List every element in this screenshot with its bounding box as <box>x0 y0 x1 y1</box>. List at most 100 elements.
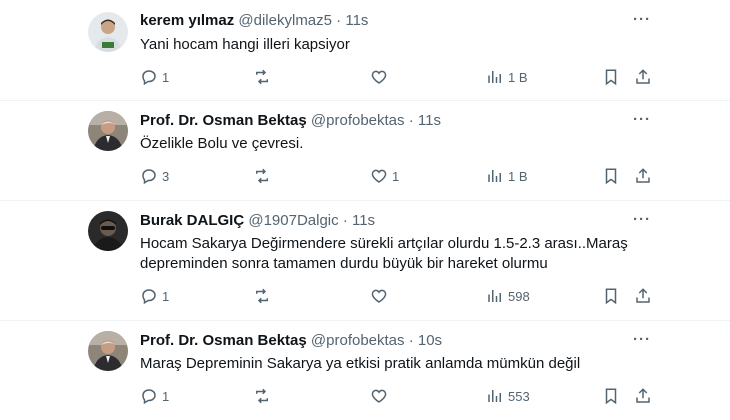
retweet-button[interactable] <box>253 286 275 306</box>
author-name[interactable]: Prof. Dr. Osman Bektaş <box>140 112 307 129</box>
tweet[interactable]: Burak DALGIÇ @1907Dalgic · 11s ··· Hocam… <box>0 201 730 320</box>
timestamp[interactable]: 10s <box>418 332 442 349</box>
retweet-icon <box>253 68 271 86</box>
more-icon[interactable]: ··· <box>630 332 654 352</box>
share-button[interactable] <box>634 286 652 306</box>
avatar[interactable] <box>88 331 128 371</box>
reply-count: 3 <box>162 168 170 184</box>
tweet[interactable]: Prof. Dr. Osman Bektaş @profobektas · 10… <box>0 321 730 420</box>
tweet-actions: 1 553 <box>140 386 660 406</box>
share-button[interactable] <box>634 386 652 406</box>
author-handle[interactable]: @1907Dalgic <box>248 212 338 229</box>
views-icon <box>486 387 504 405</box>
tweet-actions: 3 1 1 B <box>140 166 660 186</box>
author-name[interactable]: Prof. Dr. Osman Bektaş <box>140 332 307 349</box>
author-handle[interactable]: @profobektas <box>311 332 405 349</box>
retweet-icon <box>253 387 271 405</box>
reply-button[interactable]: 1 <box>140 286 169 306</box>
views-button[interactable]: 1 B <box>486 67 528 87</box>
bookmark-button[interactable] <box>602 386 620 406</box>
tweet-text: Yani hocam hangi illeri kapsiyor <box>140 35 650 55</box>
retweet-icon <box>253 167 271 185</box>
bookmark-icon <box>602 167 620 185</box>
tweet-text-line: Hocam Sakarya Değirmendere sürekli artçı… <box>140 235 628 252</box>
tweet-text-line: Yani hocam hangi illeri kapsiyor <box>140 36 350 53</box>
avatar[interactable] <box>88 111 128 151</box>
bookmark-button[interactable] <box>602 67 620 87</box>
reply-icon <box>140 387 158 405</box>
separator-dot: · <box>408 332 414 349</box>
retweet-button[interactable] <box>253 67 275 87</box>
bookmark-button[interactable] <box>602 166 620 186</box>
tweet[interactable]: kerem yılmaz @dilekylmaz5 · 11s ··· Yani… <box>0 0 730 100</box>
share-button[interactable] <box>634 166 652 186</box>
like-button[interactable]: 1 <box>370 166 399 186</box>
views-count: 1 B <box>508 69 528 85</box>
share-icon <box>634 167 652 185</box>
reply-icon <box>140 68 158 86</box>
author-handle[interactable]: @profobektas <box>311 112 405 129</box>
tweet-header: kerem yılmaz @dilekylmaz5 · 11s <box>140 12 368 30</box>
reply-icon <box>140 167 158 185</box>
bookmark-icon <box>602 387 620 405</box>
views-count: 1 B <box>508 168 528 184</box>
views-button[interactable]: 553 <box>486 386 530 406</box>
tweet-text: Maraş Depreminin Sakarya ya etkisi prati… <box>140 354 650 374</box>
timestamp[interactable]: 11s <box>418 112 441 129</box>
tweet-header: Prof. Dr. Osman Bektaş @profobektas · 11… <box>140 112 441 130</box>
like-button[interactable] <box>370 386 392 406</box>
bookmark-button[interactable] <box>602 286 620 306</box>
views-count: 598 <box>508 288 530 304</box>
share-icon <box>634 387 652 405</box>
reply-button[interactable]: 1 <box>140 386 169 406</box>
tweet-actions: 1 1 B <box>140 67 660 87</box>
retweet-button[interactable] <box>253 166 275 186</box>
tweet-header: Prof. Dr. Osman Bektaş @profobektas · 10… <box>140 332 442 350</box>
retweet-button[interactable] <box>253 386 275 406</box>
reply-icon <box>140 287 158 305</box>
reply-count: 1 <box>162 69 170 85</box>
views-icon <box>486 68 504 86</box>
tweet-text-line: depreminden sonra tamamen durdu büyük bi… <box>140 255 548 272</box>
tweet[interactable]: Prof. Dr. Osman Bektaş @profobektas · 11… <box>0 101 730 200</box>
tweet-actions: 1 598 <box>140 286 660 306</box>
tweet-text-line: Özelikle Bolu ve çevresi. <box>140 135 304 152</box>
more-icon[interactable]: ··· <box>630 212 654 232</box>
bookmark-icon <box>602 287 620 305</box>
like-count: 1 <box>392 168 400 184</box>
timestamp[interactable]: 11s <box>352 212 375 229</box>
separator-dot: · <box>342 212 348 229</box>
like-button[interactable] <box>370 67 392 87</box>
avatar[interactable] <box>88 211 128 251</box>
author-name[interactable]: Burak DALGIÇ <box>140 212 244 229</box>
views-button[interactable]: 598 <box>486 286 530 306</box>
like-button[interactable] <box>370 286 392 306</box>
share-icon <box>634 68 652 86</box>
views-icon <box>486 287 504 305</box>
reply-button[interactable]: 1 <box>140 67 169 87</box>
timestamp[interactable]: 11s <box>345 12 368 29</box>
views-button[interactable]: 1 B <box>486 166 528 186</box>
reply-count: 1 <box>162 288 170 304</box>
tweet-header: Burak DALGIÇ @1907Dalgic · 11s <box>140 212 375 230</box>
avatar[interactable] <box>88 12 128 52</box>
reply-count: 1 <box>162 388 170 404</box>
views-icon <box>486 167 504 185</box>
bookmark-icon <box>602 68 620 86</box>
heart-icon <box>370 287 388 305</box>
tweet-text: Özelikle Bolu ve çevresi. <box>140 134 650 154</box>
tweet-text: Hocam Sakarya Değirmendere sürekli artçı… <box>140 234 650 274</box>
reply-button[interactable]: 3 <box>140 166 169 186</box>
retweet-icon <box>253 287 271 305</box>
more-icon[interactable]: ··· <box>630 112 654 132</box>
separator-dot: · <box>408 112 414 129</box>
more-icon[interactable]: ··· <box>630 12 654 32</box>
views-count: 553 <box>508 388 530 404</box>
heart-icon <box>370 68 388 86</box>
author-handle[interactable]: @dilekylmaz5 <box>238 12 332 29</box>
heart-icon <box>370 167 388 185</box>
tweet-text-line: Maraş Depreminin Sakarya ya etkisi prati… <box>140 355 581 372</box>
share-icon <box>634 287 652 305</box>
author-name[interactable]: kerem yılmaz <box>140 12 234 29</box>
share-button[interactable] <box>634 67 652 87</box>
